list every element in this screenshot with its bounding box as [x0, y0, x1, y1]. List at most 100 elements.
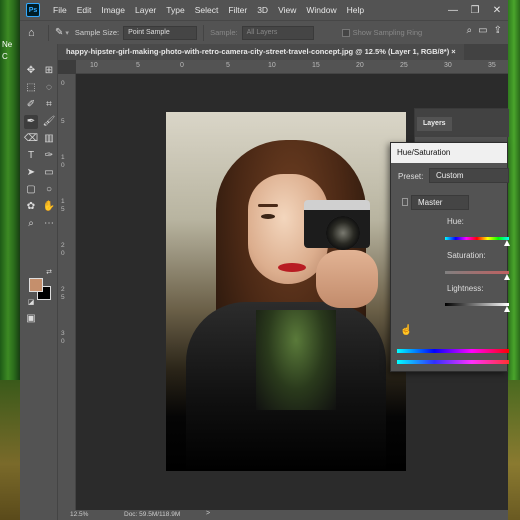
zoom-tool-icon[interactable]: ⌕	[24, 217, 38, 231]
eyedropper-tool-preset-icon[interactable]: ✎	[55, 27, 63, 38]
ruler-tick-label: 2	[61, 242, 65, 249]
channel-select[interactable]: Master	[411, 195, 469, 210]
rounded-rect-tool-icon[interactable]: ▢	[24, 183, 38, 197]
desktop-wallpaper-bottom-left	[0, 380, 20, 520]
preset-select[interactable]: Custom	[429, 168, 509, 183]
close-button[interactable]: ✕	[486, 5, 508, 16]
foreground-color-swatch[interactable]	[29, 278, 43, 292]
divider	[48, 24, 49, 41]
artboard-tool-icon[interactable]: ⊞	[42, 64, 56, 78]
sample-select[interactable]: All Layers	[241, 25, 314, 40]
preset-label: Preset:	[398, 172, 424, 181]
rectangle-tool-icon[interactable]: ▭	[42, 166, 56, 180]
ruler-tick-label: 5	[61, 294, 65, 301]
marquee-tool-icon[interactable]: ⬚	[24, 81, 38, 95]
desktop-text: Ne	[2, 40, 13, 49]
menu-view[interactable]: View	[273, 5, 301, 15]
options-bar: ⌂ ✎ ▾ Sample Size: Point Sample Sample: …	[20, 20, 508, 44]
ruler-tick-label: 1	[61, 198, 65, 205]
share-icon[interactable]: ⇪	[494, 25, 502, 36]
ruler-tick-label: 0	[61, 338, 65, 345]
pen-tool-icon[interactable]: ✑	[42, 149, 56, 163]
menu-select[interactable]: Select	[190, 5, 224, 15]
workspace-icon[interactable]: ▭	[478, 25, 487, 36]
lightness-slider-thumb[interactable]	[504, 306, 510, 312]
sample-size-select[interactable]: Point Sample	[123, 25, 198, 40]
eraser-tool-icon[interactable]: ⌫	[24, 132, 38, 146]
ellipse-tool-icon[interactable]: ○	[42, 183, 56, 197]
targeted-adjustment-hand-icon[interactable]: ☝	[400, 325, 412, 336]
search-icon[interactable]: ⌕	[467, 25, 473, 36]
tab-layers[interactable]: Layers	[417, 117, 452, 131]
ruler-tick-label: 15	[312, 62, 320, 69]
divider	[203, 24, 205, 41]
lightness-slider-track[interactable]	[445, 303, 509, 306]
minimize-button[interactable]: —	[442, 5, 464, 16]
ruler-tick-label: 25	[400, 62, 408, 69]
menu-edit[interactable]: Edit	[72, 5, 97, 15]
path-select-tool-icon[interactable]: ➤	[24, 166, 38, 180]
channel-icon	[402, 198, 408, 206]
ruler-tick-label: 5	[61, 206, 65, 213]
photoshop-logo-icon: Ps	[26, 3, 40, 17]
document-size: Doc: 59.5M/118.9M	[124, 511, 181, 518]
more-tools-icon[interactable]: ⋯	[42, 217, 56, 231]
menu-file[interactable]: File	[48, 5, 72, 15]
menu-filter[interactable]: Filter	[223, 5, 252, 15]
photo-hand	[316, 250, 378, 308]
sample-value: All Layers	[246, 28, 278, 36]
photo-camera-lens	[326, 216, 360, 250]
eyedropper-tool-icon[interactable]: ✒	[24, 115, 38, 129]
ruler-tick-label: 5	[61, 118, 65, 125]
swap-colors-icon[interactable]: ⇄	[42, 266, 56, 280]
menu-help[interactable]: Help	[342, 5, 369, 15]
hue-slider-track[interactable]	[445, 237, 509, 240]
brush-tool-icon[interactable]: 🖌	[42, 115, 56, 129]
show-sampling-ring-label: Show Sampling Ring	[352, 28, 423, 37]
ruler-tick-label: 5	[226, 62, 230, 69]
chevron-down-icon[interactable]: ▾	[65, 29, 69, 37]
ruler-tick-label: 10	[268, 62, 276, 69]
menu-3d[interactable]: 3D	[252, 5, 273, 15]
crop-tool-icon[interactable]: ⌗	[42, 98, 56, 112]
saturation-slider-thumb[interactable]	[504, 274, 510, 280]
hue-slider-thumb[interactable]	[504, 240, 510, 246]
menu-layer[interactable]: Layer	[130, 5, 161, 15]
home-icon[interactable]: ⌂	[28, 27, 42, 39]
show-sampling-ring-checkbox[interactable]	[341, 28, 350, 37]
menu-image[interactable]: Image	[96, 5, 130, 15]
document-image[interactable]	[166, 112, 406, 471]
ruler-tick-label: 2	[61, 286, 65, 293]
ruler-tick-label: 3	[61, 330, 65, 337]
ruler-tick-label: 0	[61, 250, 65, 257]
tools-panel: ✥ ⊞ ⬚ ◌ ✐ ⌗ ✒ 🖌 ⌫ ▥ T ✑ ➤ ▭ ▢ ○ ✿ ✋ ⌕ ⋯ …	[20, 44, 58, 520]
hand-tool-icon[interactable]: ✋	[42, 200, 56, 214]
menu-type[interactable]: Type	[161, 5, 189, 15]
menu-window[interactable]: Window	[301, 5, 341, 15]
restore-button[interactable]: ❐	[464, 5, 486, 16]
type-tool-icon[interactable]: T	[24, 149, 38, 163]
input-color-bar	[397, 349, 509, 353]
saturation-slider-track[interactable]	[445, 271, 509, 274]
photoshop-window: Ps File Edit Image Layer Type Select Fil…	[20, 0, 510, 520]
lasso-tool-icon[interactable]: ◌	[42, 81, 56, 95]
status-menu-icon[interactable]: >	[206, 510, 210, 517]
menu-bar: Ps File Edit Image Layer Type Select Fil…	[20, 0, 508, 20]
ruler-tick-label: 20	[356, 62, 364, 69]
ruler-tick-label: 5	[136, 62, 140, 69]
preset-value: Custom	[436, 171, 464, 180]
ruler-tick-label: 0	[61, 80, 65, 87]
gradient-tool-icon[interactable]: ▥	[42, 132, 56, 146]
ruler-tick-label: 35	[488, 62, 496, 69]
horizontal-ruler: 10 5 0 5 10 15 20 25 30 35	[76, 60, 508, 74]
custom-shape-tool-icon[interactable]: ✿	[24, 200, 38, 214]
dialog-title[interactable]: Hue/Saturation	[391, 143, 507, 163]
document-tab[interactable]: happy-hipster-girl-making-photo-with-ret…	[58, 44, 464, 60]
default-colors-icon[interactable]: ◪	[24, 296, 38, 310]
move-tool-icon[interactable]: ✥	[24, 64, 38, 78]
quick-select-tool-icon[interactable]: ✐	[24, 98, 38, 112]
screen-mode-icon[interactable]: ▣	[24, 312, 38, 326]
sample-size-value: Point Sample	[128, 28, 170, 36]
zoom-level[interactable]: 12.5%	[70, 511, 88, 518]
channel-value: Master	[418, 198, 443, 207]
